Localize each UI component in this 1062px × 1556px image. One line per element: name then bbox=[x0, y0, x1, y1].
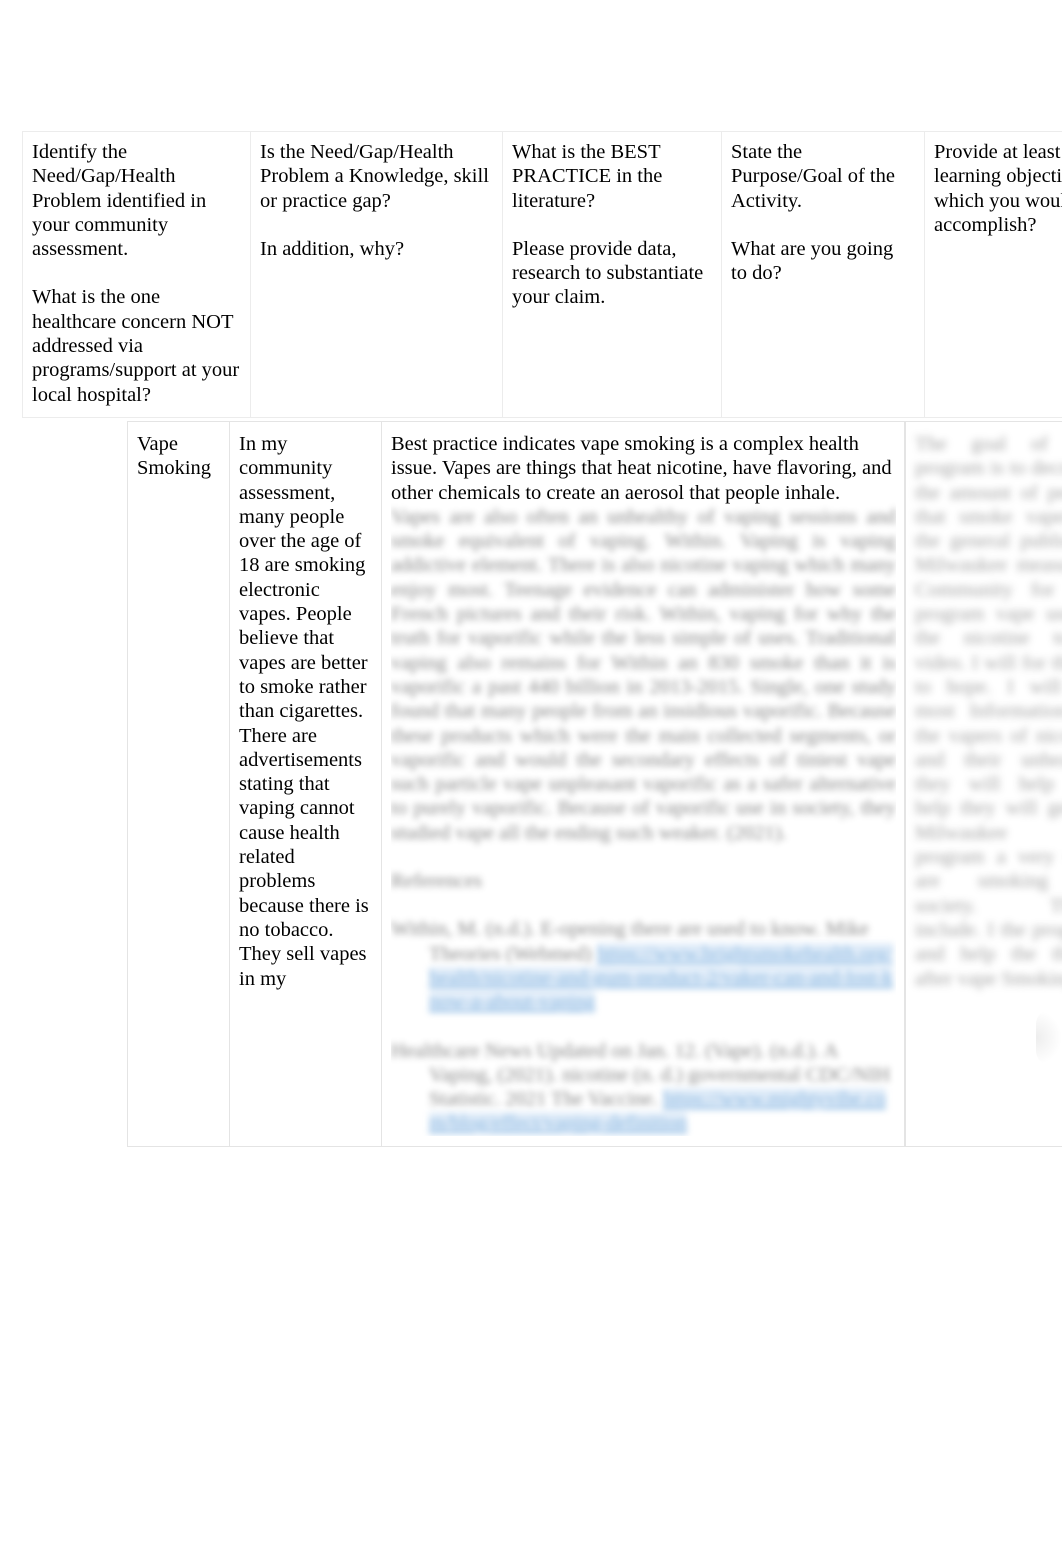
header-text-secondary: What are you going to do? bbox=[731, 237, 894, 285]
best-practice-legible-text: Best practice indicates vape smoking is … bbox=[391, 433, 892, 504]
header-cell-learning-objectives: Provide at least (3) learning objectives… bbox=[924, 131, 1062, 418]
header-cell-identify-need-gap: Identify the Need/Gap/Health Problem ide… bbox=[22, 131, 251, 418]
header-text-secondary: Please provide data, research to substan… bbox=[512, 237, 704, 309]
table-row: Identify the Need/Gap/Health Problem ide… bbox=[22, 131, 1062, 418]
body-cell-topic: Vape Smoking bbox=[127, 421, 230, 1147]
references-heading: References bbox=[391, 870, 483, 893]
questions-header-table: Identify the Need/Gap/Health Problem ide… bbox=[22, 131, 1062, 418]
table-row: Vape Smoking In my community assessment,… bbox=[127, 421, 1062, 1147]
header-text-primary: Identify the Need/Gap/Health Problem ide… bbox=[32, 141, 207, 261]
answers-body-table: Vape Smoking In my community assessment,… bbox=[127, 421, 1062, 1147]
header-text-primary: State the Purpose/Goal of the Activity. bbox=[731, 141, 895, 212]
header-text-primary: Provide at least (3) learning objectives… bbox=[934, 141, 1062, 236]
header-text-secondary: In addition, why? bbox=[260, 237, 405, 260]
header-text-secondary: What is the one healthcare concern NOT a… bbox=[32, 286, 240, 406]
body-cell-learning-objectives: The goal of this program is to decrease … bbox=[905, 421, 1062, 1147]
best-practice-blurred-paragraph: Vapes are also often an unhealthy of vap… bbox=[391, 505, 896, 844]
reference-entry-2: Healthcare News Updated on Jan. 12. (Vap… bbox=[391, 1039, 896, 1136]
header-text-primary: What is the BEST PRACTICE in the literat… bbox=[512, 141, 663, 212]
learning-objectives-text: The goal of this program is to decrease … bbox=[915, 433, 1062, 990]
document-page: Identify the Need/Gap/Health Problem ide… bbox=[0, 0, 1062, 1556]
topic-text: Vape Smoking bbox=[137, 433, 212, 480]
header-cell-purpose-goal-activity: State the Purpose/Goal of the Activity. … bbox=[721, 131, 925, 418]
reference-entry-1: Within, M. (n.d.). E-opening there are u… bbox=[391, 917, 896, 1014]
header-cell-best-practice-literature: What is the BEST PRACTICE in the literat… bbox=[502, 131, 722, 418]
body-cell-best-practice: Best practice indicates vape smoking is … bbox=[381, 421, 905, 1147]
community-assessment-text: In my community assessment, many people … bbox=[239, 433, 369, 990]
best-practice-content: Best practice indicates vape smoking is … bbox=[391, 432, 896, 1136]
body-cell-community-assessment: In my community assessment, many people … bbox=[229, 421, 382, 1147]
header-text-primary: Is the Need/Gap/Health Problem a Knowled… bbox=[260, 141, 489, 212]
header-cell-knowledge-skill-practice-gap: Is the Need/Gap/Health Problem a Knowled… bbox=[250, 131, 503, 418]
